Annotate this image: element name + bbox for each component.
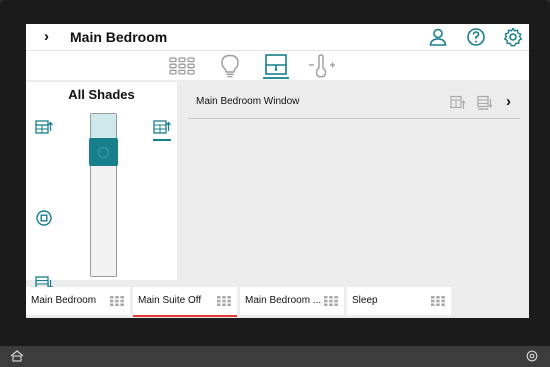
tab-shades[interactable] [262,53,290,79]
help-icon[interactable] [466,27,486,47]
scene-grid-icon [217,296,231,306]
shade-position-slider[interactable] [89,113,118,277]
settings-gear-icon[interactable] [503,27,523,47]
scene-button[interactable]: Main Bedroom ... [240,287,344,315]
shade-name: Main Bedroom Window [196,96,300,107]
chevron-right-icon[interactable]: › [506,93,511,110]
panel-title: All Shades [68,87,135,102]
category-tabs [26,50,529,80]
scene-grid-icon [431,296,445,306]
scene-label: Main Bedroom ... [245,295,322,306]
header-bar: › Main Bedroom [26,24,529,50]
scene-button-selected[interactable]: Main Suite Off [133,287,237,317]
thermometer-icon [309,54,335,78]
tab-climate[interactable] [308,53,336,79]
shade-icon [263,54,289,79]
room-title[interactable]: Main Bedroom [70,29,167,45]
shade-group-icon [153,120,171,134]
scene-button[interactable]: Sleep [347,287,451,315]
slider-thumb[interactable] [89,138,118,166]
device-settings-icon[interactable] [526,350,538,362]
scene-button[interactable]: Main Bedroom [26,287,130,315]
scenes-grid-icon [169,57,195,75]
tab-lights[interactable] [216,53,244,79]
scene-label: Main Bedroom [31,295,97,306]
scene-grid-icon [110,296,124,306]
chevron-right-icon[interactable]: › [44,28,49,45]
slider-fill [91,114,116,140]
touch-screen: › Main Bedroom All Shades Main Bedroom W… [26,24,529,318]
user-icon[interactable] [428,27,448,47]
selected-underline [153,139,171,141]
shade-open-icon[interactable] [450,95,466,111]
selected-scene-underline [133,315,237,317]
shade-list-panel: Main Bedroom Window › [180,82,529,280]
shade-close-icon[interactable] [477,95,493,111]
shade-open-icon[interactable] [35,119,53,137]
shade-row[interactable]: Main Bedroom Window › [188,86,520,119]
stop-icon[interactable] [35,209,53,227]
tab-scenes[interactable] [168,53,196,79]
device-bottom-bar [0,346,550,367]
light-bulb-icon [221,54,239,78]
scene-label: Sleep [352,295,378,306]
all-shades-panel: All Shades [26,82,177,292]
scene-bar: Main Bedroom Main Suite Off Main Bedroom… [26,286,529,318]
scene-grid-icon [324,296,338,306]
scene-label: Main Suite Off [138,295,202,306]
home-icon[interactable] [10,350,24,362]
shade-group-toggle[interactable] [153,119,171,141]
